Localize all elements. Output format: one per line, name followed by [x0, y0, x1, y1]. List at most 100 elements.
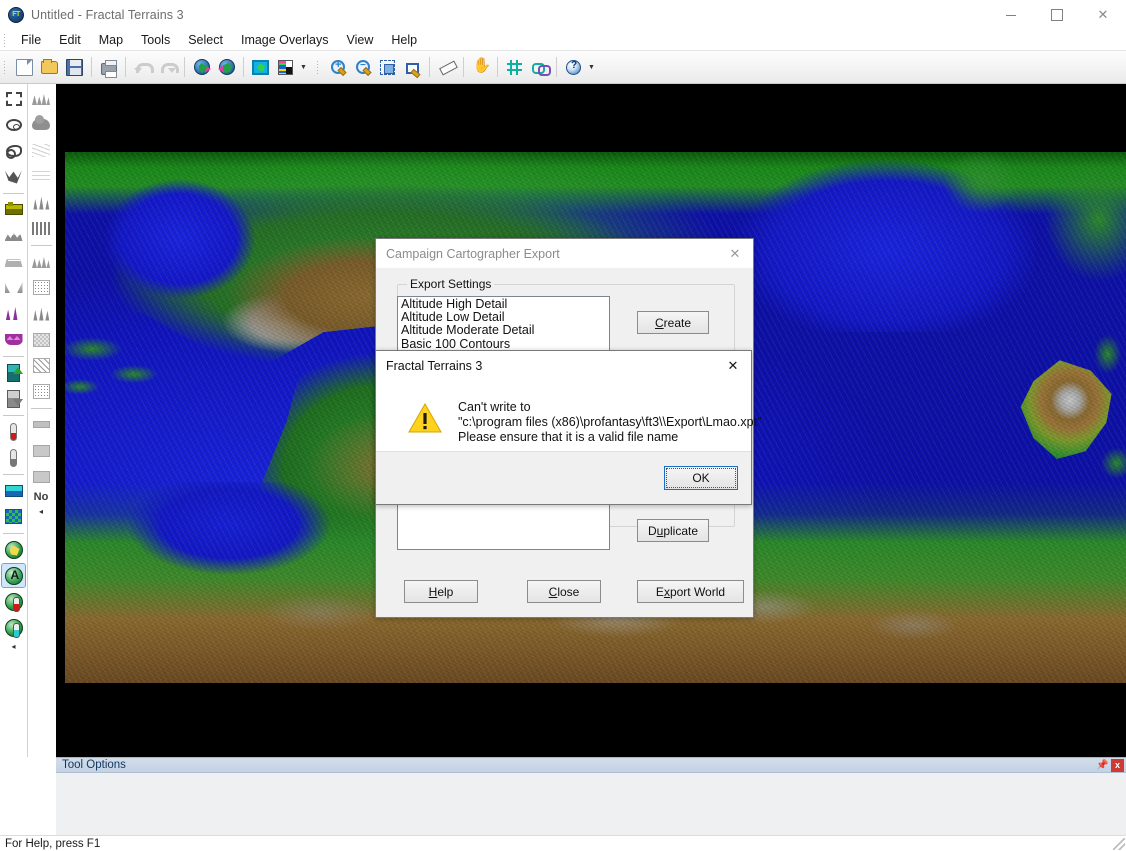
hatch-fill-swatch[interactable] [30, 354, 53, 377]
mesa-tool[interactable] [2, 250, 25, 273]
help-button[interactable]: Help [404, 580, 478, 603]
valley-tool[interactable] [2, 276, 25, 299]
maximize-icon[interactable] [1034, 0, 1080, 30]
toolbar-separator-7 [497, 57, 498, 77]
solid-fill-swatch[interactable] [30, 328, 53, 351]
palette-separator [30, 245, 52, 246]
pan-hand-icon[interactable] [469, 56, 492, 79]
lasso-select-tool[interactable] [2, 139, 25, 162]
close-icon[interactable]: ✕ [715, 351, 751, 380]
secondary-palette-caret-icon[interactable]: ◂ [39, 507, 43, 516]
box-swatch-1[interactable] [30, 439, 53, 462]
new-file-icon[interactable] [13, 56, 36, 79]
grid-fill-swatch[interactable] [30, 380, 53, 403]
export-dialog-title-bar[interactable]: Campaign Cartographer Export ✕ [376, 239, 753, 268]
sea-level-tool[interactable] [2, 479, 25, 502]
menu-map[interactable]: Map [90, 31, 132, 49]
close-button[interactable]: Close [527, 580, 601, 603]
pin-icon[interactable]: 📌 [1096, 759, 1109, 772]
application-window: Untitled - Fractal Terrains 3 File Edit … [0, 0, 1126, 851]
forest-fill-swatch[interactable] [30, 302, 53, 325]
rainfall-globe-tool[interactable] [2, 616, 25, 639]
close-icon[interactable]: ✕ [717, 239, 753, 268]
tool-options-title: Tool Options [62, 759, 126, 771]
zoom-in-icon[interactable] [326, 56, 349, 79]
clouds-overlay[interactable] [30, 113, 53, 136]
create-button[interactable]: Create [637, 311, 709, 334]
zoom-fit-icon[interactable] [376, 56, 399, 79]
menubar-gripper[interactable] [2, 32, 9, 48]
climate-palette-tool[interactable] [2, 505, 25, 528]
bar-swatch-1[interactable] [30, 413, 53, 436]
undo-icon[interactable] [131, 56, 154, 79]
create-label-rest: reate [663, 315, 692, 330]
link-chain-icon[interactable] [528, 56, 551, 79]
polygon-select-tool[interactable] [2, 165, 25, 188]
ellipse-select-tool[interactable] [2, 113, 25, 136]
menu-tools[interactable]: Tools [132, 31, 179, 49]
dots-fill-swatch[interactable] [30, 276, 53, 299]
menu-edit[interactable]: Edit [50, 31, 90, 49]
globe-next-icon[interactable] [190, 56, 213, 79]
raise-altitude-tool[interactable] [2, 361, 25, 384]
palette-dropdown-caret-icon[interactable]: ▼ [298, 56, 309, 79]
trees-overlay[interactable] [30, 191, 53, 214]
mountains-overlay[interactable] [30, 87, 53, 110]
rough-fill-swatch[interactable] [30, 250, 53, 273]
altitude-globe-tool[interactable] [1, 563, 26, 588]
lower-altitude-tool[interactable] [2, 387, 25, 410]
color-palette-icon[interactable] [274, 56, 297, 79]
menu-help[interactable]: Help [382, 31, 426, 49]
temperature-down-tool[interactable] [2, 446, 25, 469]
toolbar-gripper-2[interactable] [315, 59, 322, 75]
hills-tool[interactable] [2, 224, 25, 247]
zoom-window-icon[interactable] [401, 56, 424, 79]
error-dialog-footer: OK [376, 451, 751, 504]
export-template-item[interactable]: Altitude Moderate Detail [401, 324, 609, 337]
help-label-rest: elp [437, 584, 454, 599]
error-message-dialog[interactable]: Fractal Terrains 3 ✕ Can't write to "c:\… [375, 350, 761, 505]
basin-tool[interactable] [2, 328, 25, 351]
globe-prev-icon[interactable] [215, 56, 238, 79]
raise-land-tool[interactable] [2, 198, 25, 221]
redo-icon[interactable] [156, 56, 179, 79]
open-file-icon[interactable] [38, 56, 61, 79]
ok-button[interactable]: OK [664, 466, 738, 490]
grass-overlay[interactable] [30, 217, 53, 240]
menu-image-overlays[interactable]: Image Overlays [232, 31, 338, 49]
error-dialog-title-bar[interactable]: Fractal Terrains 3 ✕ [376, 351, 751, 380]
minimize-icon[interactable] [988, 0, 1034, 30]
export-dialog-title: Campaign Cartographer Export [386, 246, 560, 261]
box-swatch-2[interactable] [30, 465, 53, 488]
menu-select[interactable]: Select [179, 31, 232, 49]
temperature-globe-tool[interactable] [2, 590, 25, 613]
spike-tool[interactable] [2, 302, 25, 325]
resize-grip[interactable] [1113, 838, 1125, 850]
zoom-out-icon[interactable] [351, 56, 374, 79]
close-icon[interactable]: x [1111, 758, 1124, 772]
palette-separator [30, 408, 52, 409]
palette-no-label: No [33, 491, 49, 503]
image-export-icon[interactable] [249, 56, 272, 79]
temperature-up-tool[interactable] [2, 420, 25, 443]
rain-overlay[interactable] [30, 139, 53, 162]
tool-options-header[interactable]: Tool Options 📌 x [56, 758, 1126, 773]
export-world-button[interactable]: Ex port World [637, 580, 744, 603]
help-icon[interactable] [562, 56, 585, 79]
menu-file[interactable]: File [12, 31, 50, 49]
menu-view[interactable]: View [338, 31, 383, 49]
rectangle-select-tool[interactable] [2, 87, 25, 110]
duplicate-button[interactable]: Du plicate [637, 519, 709, 542]
toolbar-gripper-1[interactable] [2, 59, 9, 75]
help-dropdown-caret-icon[interactable]: ▼ [586, 56, 597, 79]
world-globe-tool[interactable] [2, 538, 25, 561]
ft-logo-icon [8, 7, 24, 23]
export-template-item[interactable]: Basic 100 Contours [401, 337, 609, 351]
waves-overlay[interactable] [30, 165, 53, 188]
measure-ruler-icon[interactable] [435, 56, 458, 79]
close-icon[interactable] [1080, 0, 1126, 30]
grid-icon[interactable] [503, 56, 526, 79]
save-file-icon[interactable] [63, 56, 86, 79]
palette-expand-caret-icon[interactable]: ◂ [11, 642, 15, 651]
print-icon[interactable] [97, 56, 120, 79]
